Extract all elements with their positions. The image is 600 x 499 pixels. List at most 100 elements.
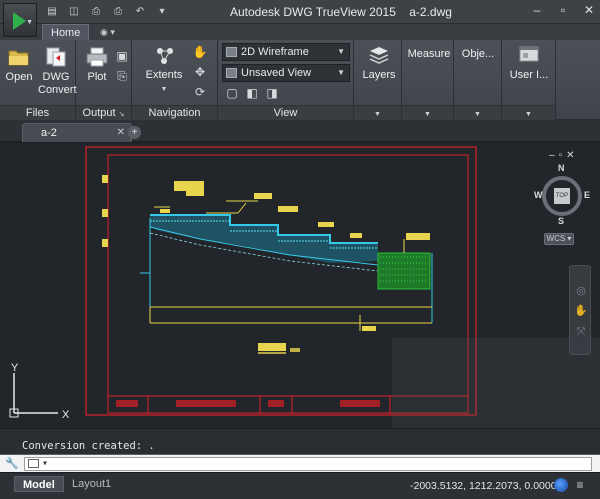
- minimize-viewport-icon[interactable]: –: [549, 150, 555, 161]
- viewport-2d-icon[interactable]: ▢: [224, 85, 240, 101]
- margin-tag: [102, 239, 108, 247]
- viewport-controls: – ▫ ✕: [549, 150, 575, 161]
- visual-style-select[interactable]: 2D Wireframe ▼: [222, 43, 350, 61]
- command-history: Conversion created: .: [0, 428, 600, 454]
- window-controls: – ▫ ✕: [530, 3, 596, 17]
- zoom-icon[interactable]: ✥: [192, 64, 208, 80]
- pan-hand-icon[interactable]: ✋: [192, 44, 208, 60]
- tab-model[interactable]: Model: [14, 476, 64, 492]
- zoom-extents-icon[interactable]: ⤧: [573, 326, 589, 342]
- group-label-output: Output ↘: [76, 105, 131, 120]
- chevron-down-icon[interactable]: ▼: [424, 111, 431, 118]
- command-input[interactable]: ▾: [24, 457, 592, 471]
- chevron-down-icon[interactable]: ▼: [525, 111, 532, 118]
- layers-icon: [369, 47, 389, 64]
- command-history-text: Conversion created: .: [22, 440, 155, 452]
- named-view-icon: [226, 68, 237, 78]
- chevron-down-icon: ▼: [26, 19, 33, 26]
- compass-north[interactable]: N: [558, 163, 565, 173]
- batch-plot-icon[interactable]: ▣: [114, 48, 130, 64]
- layers-button[interactable]: Layers: [360, 44, 398, 82]
- extents-button[interactable]: Extents ▼: [140, 44, 188, 96]
- chevron-down-icon: ▼: [337, 47, 345, 56]
- navigation-bar: ◎ ✋ ⤧: [569, 265, 591, 355]
- ribbon-group-navigation: Extents ▼ ✋ ✥ ⟳ Navigation: [132, 40, 218, 120]
- ribbon-group-layers: Layers ▼: [354, 40, 402, 120]
- pan-hand-icon[interactable]: ✋: [573, 304, 589, 320]
- wrench-icon[interactable]: 🔧: [5, 457, 19, 471]
- viewcube[interactable]: TOP N S W E: [534, 163, 590, 226]
- compass-south[interactable]: S: [558, 216, 564, 226]
- title-block-text: [116, 400, 138, 407]
- command-prompt-icon: [28, 458, 39, 468]
- chevron-down-icon: ▼: [160, 86, 168, 93]
- maximize-viewport-icon[interactable]: ▫: [559, 150, 563, 161]
- steering-wheel-icon[interactable]: ◎: [573, 284, 589, 300]
- dialog-launcher-icon[interactable]: ↘: [119, 111, 125, 118]
- tab-layout1[interactable]: Layout1: [64, 476, 119, 492]
- close-viewport-icon[interactable]: ✕: [566, 150, 574, 161]
- drawing-viewport: [85, 146, 600, 428]
- open-icon[interactable]: ▤: [44, 4, 60, 19]
- close-icon[interactable]: ✕: [117, 124, 125, 142]
- file-name: a-2.dwg: [409, 5, 452, 19]
- viewcube-toggle-icon[interactable]: ◨: [264, 85, 280, 101]
- measure-button[interactable]: Measure: [404, 48, 454, 61]
- ucs-x-label: X: [62, 409, 70, 421]
- ucs-y-label: Y: [11, 363, 19, 374]
- ribbon-group-view: 2D Wireframe ▼ Unsaved View ▼ ▢ ◧ ◨ View: [218, 40, 354, 120]
- app-logo-icon: [13, 12, 26, 30]
- chevron-down-icon[interactable]: ▼: [374, 111, 381, 118]
- dwg-convert-icon: [46, 47, 66, 67]
- quick-access-toolbar: ▤ ◫ ⎙ ⎙ ↶ ▾: [44, 4, 170, 19]
- objects-button[interactable]: Obje...: [456, 48, 500, 61]
- group-label-files: Files: [0, 105, 75, 120]
- chevron-down-icon[interactable]: ▼: [474, 111, 481, 118]
- title-bar: ▤ ◫ ⎙ ⎙ ↶ ▾ Autodesk DWG TrueView 2015 a…: [0, 0, 600, 24]
- margin-tag: [102, 175, 108, 183]
- ribbon-group-objects: Obje... ▼: [454, 40, 502, 120]
- ribbon-group-measure: Measure ▼: [402, 40, 454, 120]
- close-icon[interactable]: ✕: [582, 3, 596, 17]
- plot-preview-icon[interactable]: ⎘: [114, 68, 130, 84]
- group-label-navigation: Navigation: [132, 105, 217, 120]
- plot-icon[interactable]: ⎙: [88, 4, 104, 19]
- open-button[interactable]: Open: [4, 46, 34, 84]
- orbit-icon[interactable]: ⟳: [192, 84, 208, 100]
- ribbon-group-files: Open DWG Convert Files: [0, 40, 77, 120]
- document-tab-label: a-2: [41, 127, 57, 139]
- globe-icon[interactable]: [554, 478, 568, 492]
- user-interface-button[interactable]: User I...: [506, 44, 552, 82]
- undo-icon[interactable]: ↶: [132, 4, 148, 19]
- compass-west[interactable]: W: [534, 190, 543, 200]
- new-tab-button[interactable]: +: [128, 126, 141, 139]
- minimize-icon[interactable]: –: [530, 3, 544, 17]
- wcs-menu[interactable]: WCS ▾: [544, 233, 574, 245]
- menu-icon[interactable]: ≡: [573, 478, 587, 492]
- tab-overflow-icon[interactable]: ◉ ▾: [92, 24, 123, 40]
- plot-button[interactable]: Plot: [82, 46, 112, 84]
- dwg-convert-button[interactable]: DWG Convert: [38, 46, 77, 97]
- extents-icon: [157, 48, 173, 64]
- restore-icon[interactable]: ▫: [556, 3, 570, 17]
- redo-icon[interactable]: ▾: [154, 4, 170, 19]
- ucs-icon: Y X: [9, 363, 70, 421]
- compass-east[interactable]: E: [584, 190, 590, 200]
- export-icon[interactable]: ◫: [66, 4, 82, 19]
- tab-home[interactable]: Home: [42, 24, 90, 40]
- group-label-objects: ▼: [454, 105, 501, 120]
- app-name: Autodesk DWG TrueView 2015: [230, 5, 396, 19]
- app-menu-button[interactable]: ▼: [3, 3, 37, 37]
- document-tab[interactable]: a-2 ✕: [22, 123, 132, 142]
- visual-style-icon: [226, 47, 237, 57]
- named-view-select[interactable]: Unsaved View ▼: [222, 64, 350, 82]
- title-block-text: [340, 400, 380, 407]
- drawing-canvas[interactable]: Y X: [0, 143, 600, 428]
- user-interface-icon: [519, 46, 539, 62]
- title-block-text: [176, 400, 236, 407]
- viewport-3d-icon[interactable]: ◧: [244, 85, 260, 101]
- print-icon[interactable]: ⎙: [110, 4, 126, 19]
- status-bar: Model Layout1 -2003.5132, 1212.2073, 0.0…: [0, 472, 600, 499]
- coordinate-readout: -2003.5132, 1212.2073, 0.0000: [410, 480, 557, 492]
- viewcube-top-face[interactable]: TOP: [554, 188, 570, 204]
